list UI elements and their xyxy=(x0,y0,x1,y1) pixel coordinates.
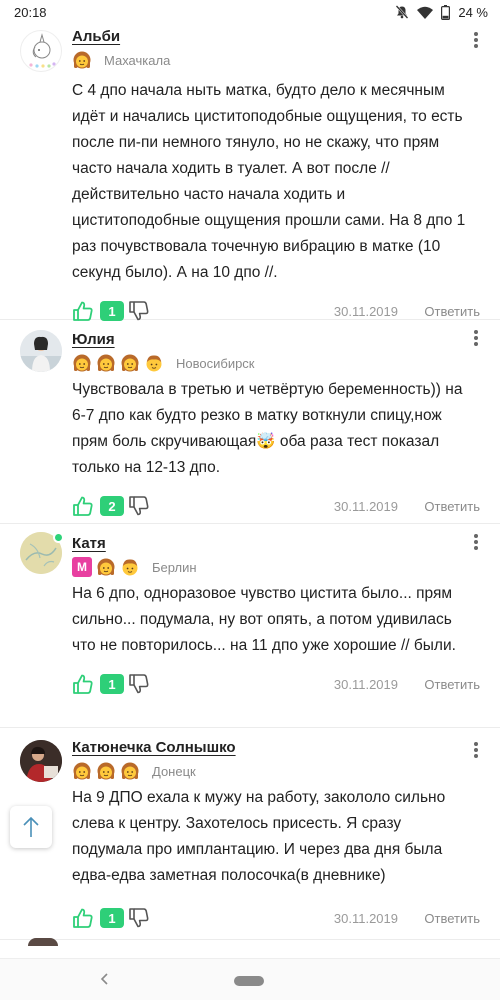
author-name[interactable]: Катюнечка Солнышко xyxy=(72,739,236,757)
girl-face-icon xyxy=(96,353,116,373)
girl-face-icon xyxy=(96,557,116,577)
status-bar: 20:18 24 % xyxy=(0,0,500,24)
comment-date: 30.11.2019 xyxy=(333,498,398,514)
kebab-menu-icon[interactable] xyxy=(468,328,484,348)
thumb-up-icon[interactable] xyxy=(72,907,94,929)
comment-date: 30.11.2019 xyxy=(333,676,398,692)
boy-face-icon xyxy=(144,353,164,373)
author-name[interactable]: Альби xyxy=(72,28,120,46)
girl-face-icon xyxy=(120,761,140,781)
comment-item: Юлия Новосибирск Чувствовала в третью и … xyxy=(0,320,500,524)
comment-text: Чувствовала в третью и четвёртую беремен… xyxy=(72,381,463,476)
scroll-to-top-button[interactable] xyxy=(10,806,52,848)
comment-item: Катюнечка Солнышко Донецк На 9 ДПО ехала… xyxy=(0,728,500,940)
comment-item: Катя М Берлин На 6 дпо, одноразовое чувс… xyxy=(0,524,500,728)
like-count: 1 xyxy=(100,301,124,321)
wifi-icon xyxy=(417,6,434,19)
like-count: 2 xyxy=(100,496,124,516)
thumb-up-icon[interactable] xyxy=(72,495,94,517)
thumb-up-icon[interactable] xyxy=(72,673,94,695)
nav-home-pill[interactable] xyxy=(234,976,264,986)
system-navigation-bar xyxy=(0,958,500,1000)
author-meta: Новосибирск xyxy=(72,353,500,373)
user-photo-avatar xyxy=(20,740,62,782)
thumb-down-icon[interactable] xyxy=(128,495,150,517)
comment-item: Альби Махачкала С 4 дпо начала ныть матк… xyxy=(0,24,500,322)
like-count: 1 xyxy=(100,674,124,694)
girl-face-icon xyxy=(120,353,140,373)
kebab-menu-icon[interactable] xyxy=(468,30,484,50)
author-meta: Махачкала xyxy=(72,50,500,70)
thumb-down-icon[interactable] xyxy=(128,907,150,929)
thumb-down-icon[interactable] xyxy=(128,300,150,322)
mute-icon xyxy=(395,5,409,19)
reply-button[interactable]: Ответить xyxy=(424,304,480,319)
mom-badge: М xyxy=(72,557,92,577)
battery-icon xyxy=(441,4,451,20)
comment-text: С 4 дпо начала ныть матка, будто дело к … xyxy=(72,82,466,281)
like-count: 1 xyxy=(100,908,124,928)
kebab-menu-icon[interactable] xyxy=(468,532,484,552)
nav-back-icon[interactable] xyxy=(98,969,112,989)
author-city: Берлин xyxy=(152,559,197,575)
author-city: Новосибирск xyxy=(176,355,255,371)
reply-button[interactable]: Ответить xyxy=(424,677,480,692)
arrow-up-icon xyxy=(23,816,39,837)
comment-text: На 6 дпо, одноразовое чувство цистита бы… xyxy=(72,585,456,654)
comment-text: На 9 ДПО ехала к мужу на работу, заколол… xyxy=(72,789,446,884)
status-time: 20:18 xyxy=(14,4,47,20)
author-city: Махачкала xyxy=(104,52,171,68)
reply-button[interactable]: Ответить xyxy=(424,499,480,514)
comments-feed[interactable]: Альби Махачкала С 4 дпо начала ныть матк… xyxy=(0,24,500,958)
avatar[interactable] xyxy=(20,30,62,72)
thumb-down-icon[interactable] xyxy=(128,673,150,695)
avatar[interactable] xyxy=(20,330,62,372)
boy-face-icon xyxy=(120,557,140,577)
status-icons: 24 % xyxy=(395,4,488,20)
user-photo-avatar xyxy=(20,330,62,372)
author-name[interactable]: Юлия xyxy=(72,331,115,349)
author-meta: М Берлин xyxy=(72,557,500,577)
reply-button[interactable]: Ответить xyxy=(424,911,480,926)
thumb-up-icon[interactable] xyxy=(72,300,94,322)
author-meta: Донецк xyxy=(72,761,500,781)
battery-percent: 24 % xyxy=(458,4,488,20)
kebab-menu-icon[interactable] xyxy=(468,740,484,760)
girl-face-icon xyxy=(72,353,92,373)
girl-face-icon xyxy=(72,50,92,70)
online-indicator xyxy=(53,532,64,543)
comment-actions: 1 30.11.2019 Ответить xyxy=(72,899,500,937)
author-name[interactable]: Катя xyxy=(72,535,106,553)
comment-actions: 2 30.11.2019 Ответить xyxy=(72,487,500,525)
author-city: Донецк xyxy=(152,763,196,779)
next-comment-avatar-partial xyxy=(28,938,58,946)
avatar[interactable] xyxy=(20,740,62,782)
girl-face-icon xyxy=(72,761,92,781)
girl-face-icon xyxy=(96,761,116,781)
unicorn-avatar-icon xyxy=(29,33,56,68)
comment-date: 30.11.2019 xyxy=(333,303,398,319)
comment-actions: 1 30.11.2019 Ответить xyxy=(72,665,500,703)
comment-date: 30.11.2019 xyxy=(333,910,398,926)
